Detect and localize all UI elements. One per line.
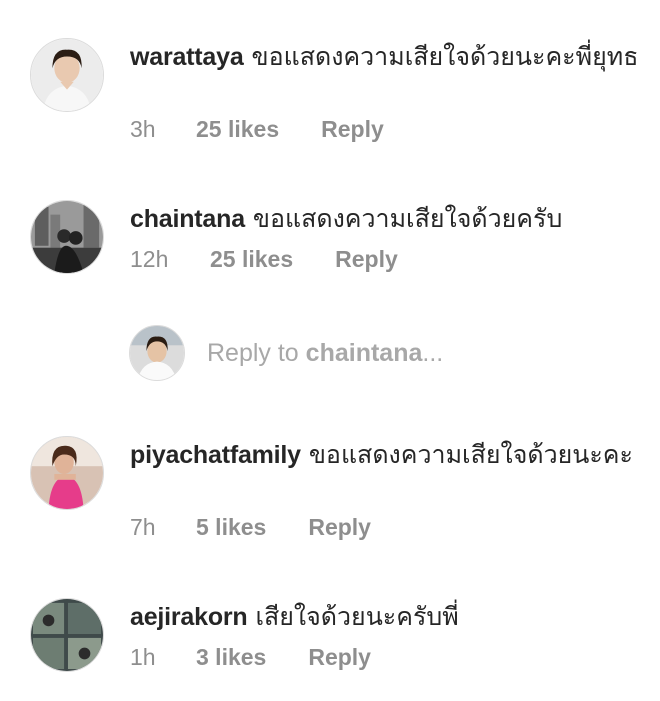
- comment-likes[interactable]: 25 likes: [210, 246, 293, 273]
- reply-button[interactable]: Reply: [321, 116, 384, 143]
- comment-text: ขอแสดงความเสียใจด้วยครับ: [252, 204, 563, 233]
- reply-prefix: Reply to: [207, 338, 306, 367]
- own-avatar: [129, 325, 185, 381]
- comment-username[interactable]: chaintana: [130, 205, 245, 233]
- avatar[interactable]: [30, 436, 104, 510]
- comment-time: 3h: [130, 116, 156, 142]
- comment-likes[interactable]: 3 likes: [196, 644, 266, 671]
- comment-text: ขอแสดงความเสียใจด้วยนะคะพี่ยุทธ: [251, 42, 639, 71]
- reply-prompt[interactable]: Reply to chaintana...: [129, 325, 443, 381]
- avatar[interactable]: [30, 598, 104, 672]
- reply-button[interactable]: Reply: [308, 644, 371, 671]
- comment-time: 1h: [130, 644, 156, 670]
- comment-username[interactable]: warattaya: [130, 43, 244, 71]
- comment-time: 12h: [130, 246, 169, 272]
- profile-photo-icon: [31, 201, 103, 273]
- comment-time: 7h: [130, 514, 156, 540]
- profile-photo-icon: [31, 599, 103, 671]
- comment-text: เสียใจด้วยนะครับพี่: [255, 602, 459, 631]
- reply-button[interactable]: Reply: [335, 246, 398, 273]
- reply-suffix: ...: [422, 338, 444, 367]
- comment-text: ขอแสดงความเสียใจด้วยนะคะ: [308, 440, 633, 469]
- avatar[interactable]: [30, 200, 104, 274]
- profile-photo-icon: [31, 437, 103, 509]
- comment-likes[interactable]: 25 likes: [196, 116, 279, 143]
- reply-button[interactable]: Reply: [308, 514, 371, 541]
- reply-target: chaintana: [305, 338, 423, 367]
- avatar[interactable]: [30, 38, 104, 112]
- comment-username[interactable]: aejirakorn: [130, 603, 248, 631]
- comment-likes[interactable]: 5 likes: [196, 514, 266, 541]
- profile-photo-icon: [130, 326, 184, 380]
- profile-photo-icon: [31, 39, 103, 111]
- comment-username[interactable]: piyachatfamily: [130, 441, 301, 469]
- reply-input[interactable]: Reply to chaintana...: [207, 339, 443, 368]
